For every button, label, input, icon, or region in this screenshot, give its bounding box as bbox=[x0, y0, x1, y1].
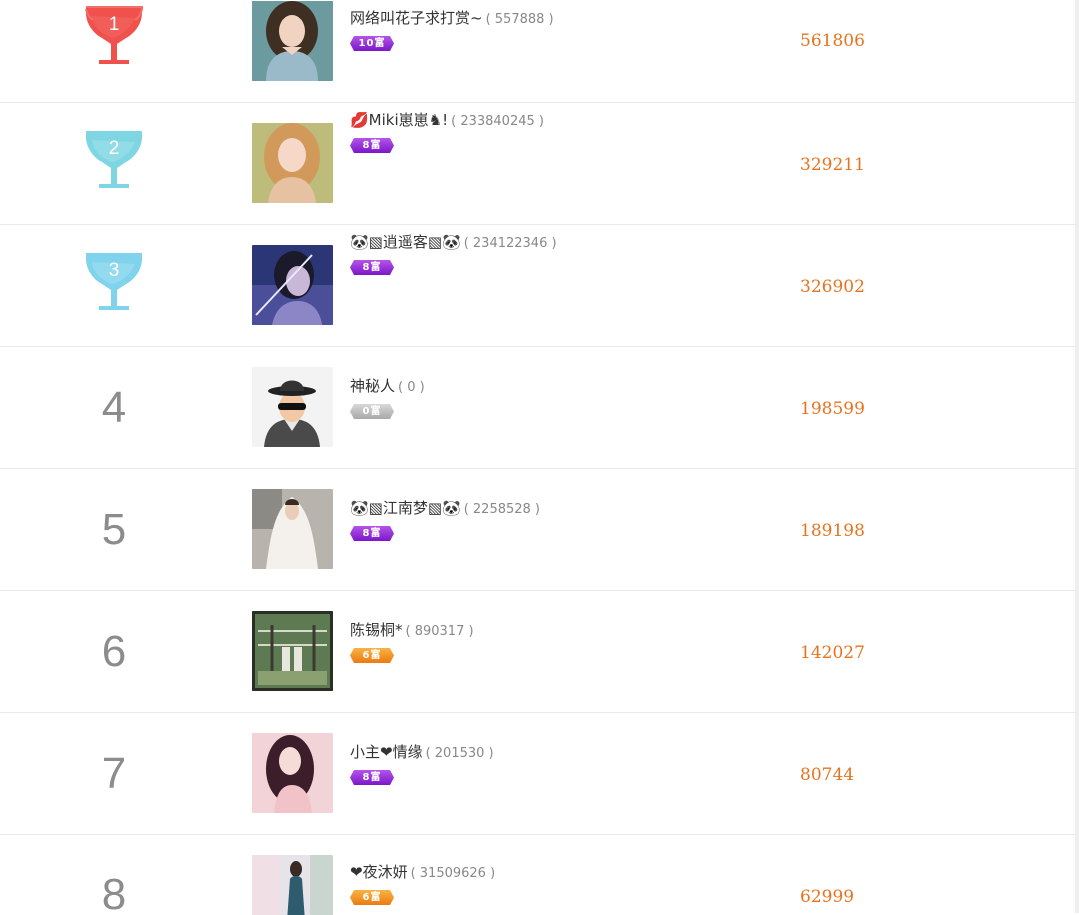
rank-cell: 1 bbox=[64, 6, 164, 68]
contribution-score: 62999 bbox=[800, 887, 855, 907]
user-info: 💋Miki崽崽♞!( 233840245 ) 8富 bbox=[350, 111, 544, 153]
user-id: ( 0 ) bbox=[398, 380, 425, 395]
user-info: 🐼▧逍遥客▧🐼( 234122346 ) 8富 bbox=[350, 233, 557, 275]
leaderboard-row: 5 🐼▧江南梦▧🐼( 2258528 ) 8富 189198 bbox=[0, 469, 1075, 591]
leaderboard-list: 1 网络叫花子求打赏~( 557888 ) 10富 561806 2 💋Miki… bbox=[0, 0, 1075, 915]
contribution-score: 80744 bbox=[800, 765, 855, 785]
user-info: ❤夜沐妍( 31509626 ) 6富 bbox=[350, 863, 495, 905]
user-nickname[interactable]: 🐼▧江南梦▧🐼 bbox=[350, 499, 461, 517]
wealth-level-badge: 6富 bbox=[350, 648, 394, 663]
contribution-score: 561806 bbox=[800, 31, 865, 51]
rank-cell: 6 bbox=[64, 591, 164, 712]
user-nickname[interactable]: ❤夜沐妍 bbox=[350, 863, 408, 881]
user-info: 神秘人( 0 ) 0富 bbox=[350, 377, 425, 419]
contribution-score: 198599 bbox=[800, 399, 865, 419]
bride-avatar[interactable] bbox=[252, 489, 333, 569]
rank-cell: 8 bbox=[64, 855, 164, 915]
rank-number: 5 bbox=[101, 504, 127, 554]
leaderboard-row: 4 神秘人( 0 ) 0富 198599 bbox=[0, 347, 1075, 469]
leaderboard-row: 7 小主❤情缘( 201530 ) 8富 80744 bbox=[0, 713, 1075, 835]
swordsman-avatar[interactable] bbox=[252, 245, 333, 325]
rank-cell: 5 bbox=[64, 469, 164, 590]
trophy-gold-icon: 1 bbox=[82, 4, 146, 70]
couple-bridge-avatar[interactable] bbox=[252, 611, 333, 691]
rank-number: 4 bbox=[101, 382, 127, 432]
user-id: ( 201530 ) bbox=[425, 746, 494, 761]
wealth-level-badge: 8富 bbox=[350, 770, 394, 785]
user-id: ( 234122346 ) bbox=[463, 236, 557, 251]
trophy-bronze-icon: 3 bbox=[82, 250, 146, 316]
woman-pink-avatar[interactable] bbox=[252, 733, 333, 813]
contribution-score: 189198 bbox=[800, 521, 865, 541]
rank-cell: 3 bbox=[64, 250, 164, 316]
user-info: 🐼▧江南梦▧🐼( 2258528 ) 8富 bbox=[350, 499, 540, 541]
leaderboard-row: 6 陈锡桐*( 890317 ) 6富 142027 bbox=[0, 591, 1075, 713]
rank-number: 3 bbox=[108, 260, 120, 281]
user-nickname[interactable]: 陈锡桐* bbox=[350, 621, 403, 639]
user-nickname[interactable]: 小主❤情缘 bbox=[350, 743, 423, 761]
leaderboard-row: 2 💋Miki崽崽♞!( 233840245 ) 8富 329211 bbox=[0, 103, 1075, 225]
rank-cell: 4 bbox=[64, 347, 164, 468]
user-id: ( 890317 ) bbox=[405, 624, 474, 639]
trophy-silver-icon: 2 bbox=[82, 128, 146, 194]
user-info: 网络叫花子求打赏~( 557888 ) 10富 bbox=[350, 9, 554, 51]
woman-outdoor-avatar[interactable] bbox=[252, 855, 333, 915]
rank-number: 1 bbox=[108, 14, 120, 35]
rank-cell: 7 bbox=[64, 713, 164, 834]
rank-number: 2 bbox=[108, 138, 120, 159]
leaderboard-row: 3 🐼▧逍遥客▧🐼( 234122346 ) 8富 326902 bbox=[0, 225, 1075, 347]
user-id: ( 233840245 ) bbox=[451, 114, 544, 129]
user-nickname[interactable]: 神秘人 bbox=[350, 377, 395, 395]
wealth-level-badge: 8富 bbox=[350, 138, 394, 153]
user-nickname[interactable]: 💋Miki崽崽♞! bbox=[350, 111, 448, 129]
leaderboard-row: 8 ❤夜沐妍( 31509626 ) 6富 62999 bbox=[0, 835, 1075, 915]
wealth-level-badge: 6富 bbox=[350, 890, 394, 905]
page-scrollbar[interactable] bbox=[1075, 0, 1079, 913]
wealth-level-badge: 0富 bbox=[350, 404, 394, 419]
contribution-score: 326902 bbox=[800, 277, 865, 297]
contribution-score: 329211 bbox=[800, 155, 865, 175]
user-id: ( 31509626 ) bbox=[410, 866, 496, 881]
leaderboard-row: 1 网络叫花子求打赏~( 557888 ) 10富 561806 bbox=[0, 0, 1075, 103]
rank-number: 6 bbox=[101, 626, 127, 676]
user-nickname[interactable]: 🐼▧逍遥客▧🐼 bbox=[350, 233, 461, 251]
user-id: ( 557888 ) bbox=[485, 12, 554, 27]
user-info: 小主❤情缘( 201530 ) 8富 bbox=[350, 743, 494, 785]
rank-number: 8 bbox=[101, 870, 127, 915]
mystery-man-avatar[interactable] bbox=[252, 367, 333, 447]
user-nickname[interactable]: 网络叫花子求打赏~ bbox=[350, 9, 483, 27]
contribution-score: 142027 bbox=[800, 643, 865, 663]
wealth-level-badge: 10富 bbox=[350, 36, 394, 51]
user-id: ( 2258528 ) bbox=[463, 502, 541, 517]
rank-cell: 2 bbox=[64, 128, 164, 194]
blonde-woman-avatar[interactable] bbox=[252, 123, 333, 203]
wealth-level-badge: 8富 bbox=[350, 260, 394, 275]
user-info: 陈锡桐*( 890317 ) 6富 bbox=[350, 621, 474, 663]
woman-portrait-avatar[interactable] bbox=[252, 1, 333, 81]
rank-number: 7 bbox=[101, 748, 127, 798]
wealth-level-badge: 8富 bbox=[350, 526, 394, 541]
